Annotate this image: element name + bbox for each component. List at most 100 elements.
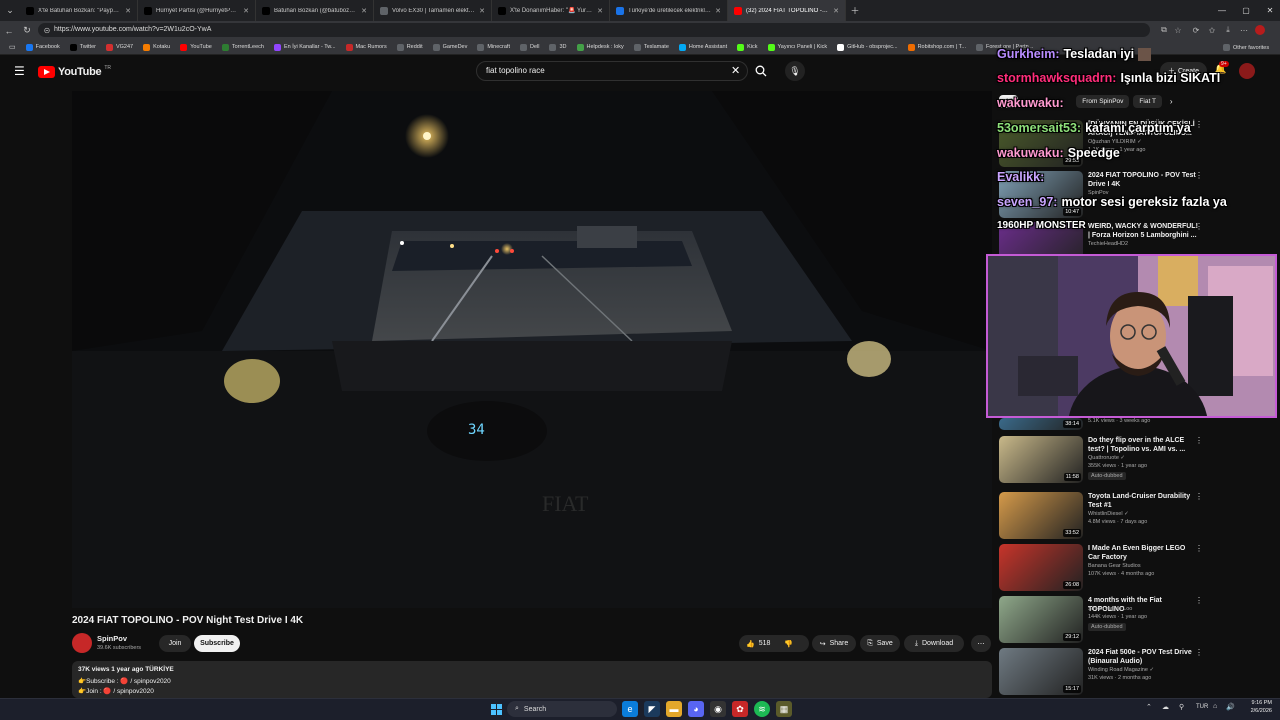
join-button[interactable]: Join [159,635,191,652]
video-thumbnail[interactable]: 11:58 [999,436,1083,483]
bookmark-item[interactable]: GitHub - obsprojec... [832,40,902,55]
windows-start-icon[interactable] [488,701,504,717]
video-menu-icon[interactable]: ⋮ [1195,648,1203,657]
site-info-icon[interactable]: ⊝ [39,23,55,37]
voice-search-icon[interactable]: 🎙 [785,61,805,81]
recommended-title[interactable]: Do they flip over in the ALCE test? | To… [1088,436,1198,454]
close-tab-icon[interactable]: ✕ [597,7,603,15]
bookmark-item[interactable]: 3D [544,40,571,55]
bookmark-item[interactable]: Mac Rumors [341,40,392,55]
obs-icon[interactable]: ◉ [710,701,726,717]
close-tab-icon[interactable]: ✕ [361,7,367,15]
video-menu-icon[interactable]: ⋮ [1195,492,1203,501]
recommended-channel[interactable]: WhistlinDiesel ✓ [1088,511,1129,517]
profile-icon[interactable] [1252,23,1268,37]
browser-tab[interactable]: X'te DonanımHaber: "🚨 Yurtdışı... ✕ [492,0,610,21]
url-field[interactable]: https://www.youtube.com/watch?v=2W1u2cO-… [38,23,1150,37]
recommended-channel[interactable]: Quattroruote ✓ [1088,455,1125,461]
search-button[interactable] [748,61,774,81]
recommended-channel[interactable]: Oğuzhan YILDIRIM ✓ [1088,139,1142,145]
video-menu-icon[interactable]: ⋮ [1195,596,1203,605]
reload-icon[interactable]: ↻ [18,21,36,40]
video-menu-icon[interactable]: ⋮ [1195,171,1203,180]
chip-fiat[interactable]: Fiat T [1133,95,1162,108]
recommended-channel[interactable]: TechieHeadHD2 [1088,241,1128,247]
file-explorer-icon[interactable]: ▬ [666,701,682,717]
youtube-logo[interactable]: YouTube TR [38,65,111,78]
video-menu-icon[interactable]: ⋮ [1195,120,1203,129]
language-indicator[interactable]: TUR [1196,704,1208,710]
discord-icon[interactable]: ◕ [688,701,704,717]
bookmark-item[interactable]: Facebook [21,40,65,55]
video-thumbnail[interactable]: 29:12 [999,596,1083,643]
volume-icon[interactable]: 🔊 [1226,703,1235,711]
vscode-icon[interactable]: ◤ [644,701,660,717]
browser-tab[interactable]: Türkiye'de üretilecek elektrikli Hy... ✕ [610,0,728,21]
recommended-video[interactable]: 38:14 5.1K views · 3 weeks ago [999,418,1269,432]
close-tab-icon[interactable]: ✕ [715,7,721,15]
recommended-video[interactable]: 11:58 Do they flip over in the ALCE test?… [999,436,1269,484]
recommended-title[interactable]: I Made An Even Bigger LEGO Car Factory [1088,544,1198,562]
download-button[interactable]: ⤓ Download [904,635,964,652]
channel-name[interactable]: SpinPov [97,634,127,643]
bookmark-item[interactable]: YouTube [175,40,217,55]
usb-icon[interactable]: ⚲ [1179,703,1184,711]
browser-tab[interactable]: Batuhan Bozkan (@batubozkan) / ...✕ [256,0,374,21]
spotify-icon[interactable]: ≋ [754,701,770,717]
app-icon[interactable]: ✿ [732,701,748,717]
video-thumbnail[interactable]: 15:17 [999,648,1083,695]
bookmark-item[interactable]: En İyi Kanallar - Tw... [269,40,341,55]
favorite-star-icon[interactable]: ☆ [1170,23,1186,37]
download-icon[interactable]: ⤓ [1220,23,1236,37]
video-thumbnail[interactable]: 33:52 [999,492,1083,539]
recommended-channel[interactable]: Simon van de Loo [1088,606,1132,612]
chip-from-channel[interactable]: From SpinPov [1076,95,1130,108]
video-thumbnail[interactable]: 38:14 [999,418,1083,430]
new-tab-button[interactable]: ＋ [846,1,864,20]
share-button[interactable]: ↪ Share [812,635,856,652]
save-button[interactable]: ⎘ Save [860,635,900,652]
bookmark-item[interactable]: Robitshop.com | T... [903,40,971,55]
recommended-video[interactable]: 26:08 I Made An Even Bigger LEGO Car Fact… [999,544,1269,592]
bookmark-item[interactable]: Helpdesk : loky [572,40,629,55]
clock-time[interactable]: 9:16 PM [1244,700,1272,706]
back-icon[interactable]: ← [0,21,18,40]
edge-icon[interactable]: e [622,701,638,717]
recommended-video[interactable]: 29:12 4 months with the Fiat TOPOLINO Simo… [999,596,1269,644]
recommended-channel[interactable]: Winding Road Magazine ✓ [1088,667,1154,673]
video-menu-icon[interactable]: ⋮ [1195,222,1203,231]
browser-tab[interactable]: Volvo EX30 | Tamamen elektrikli k... ✕ [374,0,492,21]
browser-tab[interactable]: Hürriyet Partisi (@HurriyetPartisi) ✕ [138,0,256,21]
more-icon[interactable]: ⋯ [1236,23,1252,37]
like-icon[interactable]: 👍 [746,640,755,648]
video-menu-icon[interactable]: ⋮ [1195,544,1203,553]
bookmarks-menu-icon[interactable]: ▭ [4,40,21,55]
recommended-video[interactable]: 33:52 Toyota Land-Cruiser Durability Test… [999,492,1269,540]
bookmark-item[interactable]: Reddit [392,40,428,55]
bookmark-item[interactable]: VG247 [101,40,138,55]
description-box[interactable] [72,661,992,698]
clock-date[interactable]: 2/6/2026 [1244,708,1272,714]
bookmark-item[interactable]: TorrentLeech [217,40,269,55]
extensions-icon[interactable]: ⟳ [1188,23,1204,37]
bookmark-item[interactable]: Teslamate [629,40,674,55]
browser-tab[interactable]: X'te Batuhan Bozkan: "Paypal, Ap... ✕ [20,0,138,21]
bookmark-item[interactable]: Minecraft [472,40,515,55]
close-tab-icon[interactable]: ✕ [479,7,485,15]
browser-tab[interactable]: (32) 2024 FIAT TOPOLINO - P... ✕ [728,0,846,21]
search-input[interactable]: fiat topolino race [476,61,748,81]
more-actions-icon[interactable]: ⋯ [971,635,991,652]
chips-next-icon[interactable]: › [1166,95,1177,108]
tab-actions-icon[interactable]: ⌄ [0,1,20,20]
recommended-title[interactable]: Toyota Land-Cruiser Durability Test #1 [1088,492,1198,510]
close-window-button[interactable]: ✕ [1256,0,1280,21]
recommended-title[interactable]: 2024 FIAT TOPOLINO - POV Test Drive I 4K [1088,171,1198,189]
avatar[interactable] [1239,63,1255,79]
favorites-icon[interactable]: ✩ [1204,23,1220,37]
tray-chevron-icon[interactable]: ⌃ [1146,703,1152,711]
menu-icon[interactable]: ☰ [14,64,25,78]
other-favorites-button[interactable]: Other favorites [1218,40,1274,55]
bookmark-item[interactable]: Home Assistant [674,40,732,55]
subscribe-button[interactable]: Subscribe [194,635,240,652]
video-player[interactable]: FIAT 34 [72,91,992,608]
